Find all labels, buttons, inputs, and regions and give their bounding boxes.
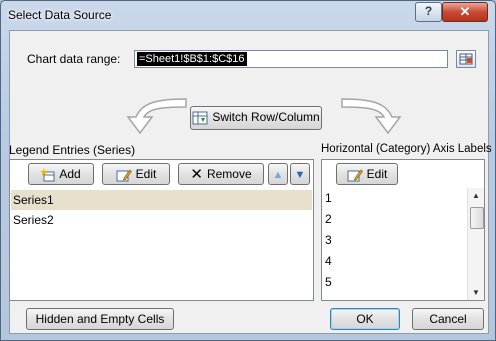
move-up-button[interactable]: ▲	[268, 163, 288, 185]
arrow-up-icon: ▲	[272, 169, 284, 181]
chart-data-range-value: =Sheet1!$B$1:$C$16	[137, 52, 247, 66]
title-bar[interactable]: Select Data Source ? ✕	[1, 1, 495, 29]
edit-icon	[347, 169, 363, 182]
list-item[interactable]: 5	[323, 272, 465, 292]
switch-row-column-button[interactable]: Switch Row/Column	[190, 106, 322, 130]
dialog-title: Select Data Source	[8, 8, 112, 22]
edit-series-label: Edit	[135, 167, 157, 181]
switch-row-column-label: Switch Row/Column	[212, 110, 320, 124]
scroll-thumb[interactable]	[470, 207, 484, 229]
axis-labels-panel: Edit 1 2 3 4 5 ▲ ▼	[321, 159, 485, 301]
hidden-empty-cells-button[interactable]: Hidden and Empty Cells	[26, 308, 174, 330]
scroll-down-icon[interactable]: ▼	[472, 288, 480, 297]
list-item[interactable]: 1	[323, 188, 465, 208]
list-item[interactable]: 4	[323, 251, 465, 271]
help-button[interactable]: ?	[415, 2, 442, 22]
series-list-item[interactable]: Series1	[11, 190, 312, 210]
chart-data-range-input[interactable]: =Sheet1!$B$1:$C$16	[134, 50, 448, 68]
dialog-body: Chart data range: =Sheet1!$B$1:$C$16 Swi…	[9, 30, 492, 334]
axis-labels-list: 1 2 3 4 5 ▲ ▼	[322, 188, 484, 300]
move-down-button[interactable]: ▼	[290, 163, 310, 185]
remove-icon: ✕	[190, 165, 203, 183]
axis-labels-scrollbar[interactable]: ▲ ▼	[467, 188, 484, 300]
list-item[interactable]: 2	[323, 209, 465, 229]
add-series-label: Add	[59, 167, 81, 181]
axis-labels-heading: Horizontal (Category) Axis Labels	[321, 143, 492, 155]
scroll-up-icon[interactable]: ▲	[472, 191, 480, 200]
list-item[interactable]: 3	[323, 230, 465, 250]
edit-axis-labels-button[interactable]: Edit	[336, 163, 398, 185]
curved-arrow-left-icon	[126, 98, 187, 135]
remove-series-label: Remove	[206, 167, 252, 181]
edit-icon	[116, 169, 132, 182]
switch-row-column-icon	[192, 111, 208, 125]
ok-button[interactable]: OK	[330, 308, 400, 330]
add-series-button[interactable]: Add	[28, 163, 94, 185]
curved-arrow-right-icon	[341, 98, 402, 135]
edit-axis-labels-label: Edit	[366, 167, 388, 181]
range-picker-button[interactable]	[456, 50, 476, 68]
arrow-down-icon: ▼	[294, 169, 306, 181]
remove-series-button[interactable]: ✕ Remove	[178, 163, 264, 185]
chart-data-range-label: Chart data range:	[27, 52, 121, 66]
legend-entries-heading: Legend Entries (Series)	[9, 143, 136, 157]
range-select-icon	[459, 53, 473, 65]
add-icon	[41, 167, 55, 182]
edit-series-button[interactable]: Edit	[102, 163, 170, 185]
cancel-button[interactable]: Cancel	[412, 308, 484, 330]
close-button[interactable]: ✕	[442, 2, 488, 22]
dialog-window: Select Data Source ? ✕ Chart data range:…	[0, 0, 496, 341]
series-list-item[interactable]: Series2	[11, 210, 312, 230]
legend-entries-panel: Add Edit ✕ Remove ▲ ▼ Series1 Series2	[9, 159, 314, 301]
